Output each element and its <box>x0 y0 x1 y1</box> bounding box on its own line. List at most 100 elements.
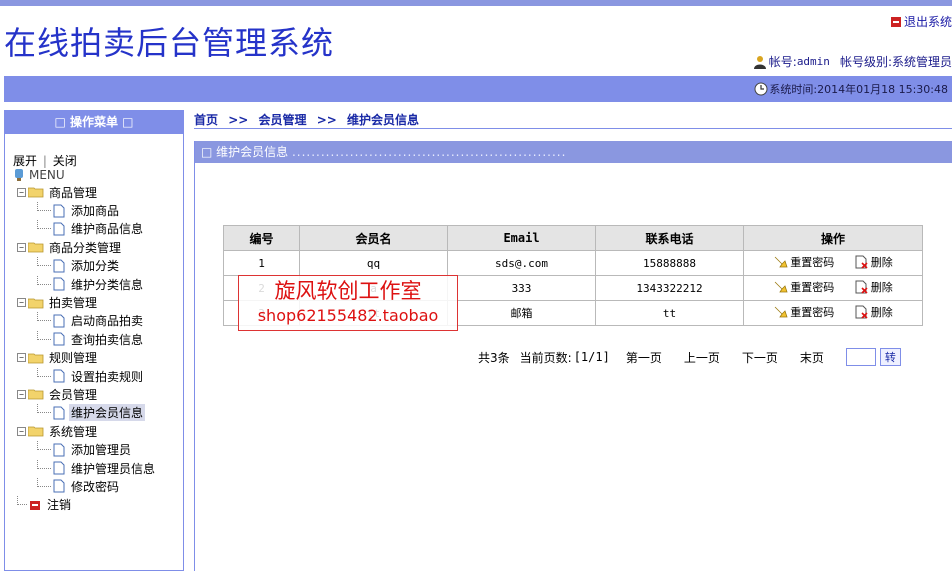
cell-phone: tt <box>595 300 744 326</box>
menu-group-label: 会员管理 <box>49 387 98 402</box>
reset-password-label: 重置密码 <box>790 306 835 319</box>
menu-group-auction[interactable]: − 拍卖管理 <box>13 293 183 311</box>
menu-group-label: 规则管理 <box>49 351 98 366</box>
pager-prev-link[interactable]: 上一页 <box>684 349 720 366</box>
cell-id: 1 <box>223 250 300 276</box>
collapse-toggle-icon[interactable]: − <box>17 389 26 399</box>
folder-open-icon <box>28 426 44 437</box>
menu-item-logout[interactable]: 注销 <box>13 496 183 514</box>
logout-link[interactable]: 退出系统 <box>890 13 952 30</box>
logout-label: 退出系统 <box>903 15 952 29</box>
collapse-toggle-icon[interactable]: − <box>17 187 26 197</box>
app-title: 在线拍卖后台管理系统 <box>4 24 335 62</box>
menu-group-members[interactable]: − 会员管理 <box>13 385 183 403</box>
sidebar-title: □ 操作菜单 □ <box>5 110 183 134</box>
go-page-button[interactable]: 转 <box>879 348 901 366</box>
key-icon <box>774 281 788 293</box>
menu-item-label: 维护商品信息 <box>71 222 144 237</box>
cell-phone: 15888888 <box>595 250 744 276</box>
collapse-toggle-icon[interactable]: − <box>17 426 26 436</box>
menu-item-maintain-goods[interactable]: 维护商品信息 <box>13 220 183 238</box>
pager-next-link[interactable]: 下一页 <box>742 349 778 366</box>
level-value: 系统管理员 <box>891 55 952 69</box>
menu-group-label: 拍卖管理 <box>49 296 98 311</box>
delete-label: 删除 <box>870 281 893 294</box>
pagination: 共3条 当前页数: [1/1] 第一页 上一页 下一页 末页 转 <box>478 348 901 366</box>
watermark-line2: shop62155482.taobao <box>257 306 439 325</box>
cell-name: qq <box>299 250 448 276</box>
delete-button[interactable]: 删除 <box>854 304 893 320</box>
cell-email: sds@.com <box>447 250 596 276</box>
page-icon <box>53 332 65 346</box>
breadcrumb-separator: >> <box>228 113 249 127</box>
content-panel: □ 维护会员信息 ...............................… <box>194 141 952 571</box>
menu-group-rules[interactable]: − 规则管理 <box>13 349 183 367</box>
menu-item-label: 修改密码 <box>71 479 120 494</box>
level-label: 帐号级别: <box>839 55 892 69</box>
page-icon <box>53 369 65 383</box>
pager-last-link[interactable]: 末页 <box>800 349 824 366</box>
delete-button[interactable]: 删除 <box>854 254 893 270</box>
breadcrumb-divider <box>194 128 952 129</box>
table-row: 1 qq sds@.com 15888888 重置密码 删除 <box>223 250 923 276</box>
folder-open-icon <box>28 390 44 400</box>
panel-header: □ 维护会员信息 ...............................… <box>195 141 952 163</box>
system-time: 系统时间: 2014年01月18 15:30:48 <box>754 81 948 97</box>
page-icon <box>53 222 65 236</box>
reset-password-button[interactable]: 重置密码 <box>773 304 834 320</box>
page-number-input[interactable] <box>845 348 876 366</box>
table-header-row: 编号 会员名 Email 联系电话 操作 <box>223 225 923 251</box>
delete-icon <box>855 305 868 319</box>
page-icon <box>53 443 65 457</box>
collapse-toggle-icon[interactable]: − <box>17 242 26 252</box>
page-icon <box>53 479 65 493</box>
menu-root-label: MENU <box>29 168 65 182</box>
menu-item-query-auction[interactable]: 查询拍卖信息 <box>13 330 183 348</box>
folder-open-icon <box>28 187 44 198</box>
menu-item-maintain-members[interactable]: 维护会员信息 <box>13 404 183 422</box>
collapse-toggle-icon[interactable]: − <box>17 353 26 363</box>
menu-item-change-password[interactable]: 修改密码 <box>13 477 183 495</box>
menu-item-label: 添加管理员 <box>71 443 132 458</box>
column-header-phone: 联系电话 <box>595 225 744 251</box>
account-label: 帐号: <box>768 55 797 69</box>
menu-item-maintain-admin[interactable]: 维护管理员信息 <box>13 459 183 477</box>
breadcrumb-level2: 维护会员信息 <box>347 113 420 127</box>
page-icon <box>53 204 65 218</box>
menu-group-category[interactable]: − 商品分类管理 <box>13 238 183 256</box>
menu-item-label: 维护管理员信息 <box>71 461 156 476</box>
pager-current-value: [1/1] <box>573 350 610 364</box>
clock-icon <box>754 82 768 96</box>
reset-password-label: 重置密码 <box>790 281 835 294</box>
panel-title: □ 维护会员信息 <box>201 145 289 159</box>
menu-item-add-category[interactable]: 添加分类 <box>13 257 183 275</box>
reset-password-button[interactable]: 重置密码 <box>773 279 834 295</box>
time-label: 系统时间: <box>769 83 818 96</box>
page-icon <box>53 277 65 291</box>
menu-item-label: 注销 <box>47 498 72 513</box>
delete-button[interactable]: 删除 <box>854 279 893 295</box>
collapse-toggle-icon[interactable]: − <box>17 298 26 308</box>
expand-all-link[interactable]: 展开 <box>13 154 37 168</box>
breadcrumb-home[interactable]: 首页 <box>194 113 218 127</box>
menu-group-system[interactable]: − 系统管理 <box>13 422 183 440</box>
menu-group-goods[interactable]: − 商品管理 <box>13 183 183 201</box>
collapse-all-link[interactable]: 关闭 <box>53 154 77 168</box>
reset-password-button[interactable]: 重置密码 <box>773 254 834 270</box>
menu-item-label: 维护分类信息 <box>71 277 144 292</box>
breadcrumb-level1[interactable]: 会员管理 <box>259 113 307 127</box>
column-header-id: 编号 <box>223 225 300 251</box>
menu-item-add-admin[interactable]: 添加管理员 <box>13 440 183 458</box>
logout-icon <box>30 500 40 510</box>
cell-email: 邮箱 <box>447 300 596 326</box>
pager-first-link[interactable]: 第一页 <box>626 349 662 366</box>
menu-item-set-rules[interactable]: 设置拍卖规则 <box>13 367 183 385</box>
menu-item-add-goods[interactable]: 添加商品 <box>13 201 183 219</box>
menu-root[interactable]: MENU <box>13 167 183 183</box>
time-value: 2014年01月18 15:30:48 <box>817 83 948 96</box>
menu-item-maintain-category[interactable]: 维护分类信息 <box>13 275 183 293</box>
cell-actions: 重置密码 删除 <box>743 275 923 301</box>
menu-item-start-auction[interactable]: 启动商品拍卖 <box>13 312 183 330</box>
folder-open-icon <box>28 298 44 308</box>
page-icon <box>53 406 65 420</box>
